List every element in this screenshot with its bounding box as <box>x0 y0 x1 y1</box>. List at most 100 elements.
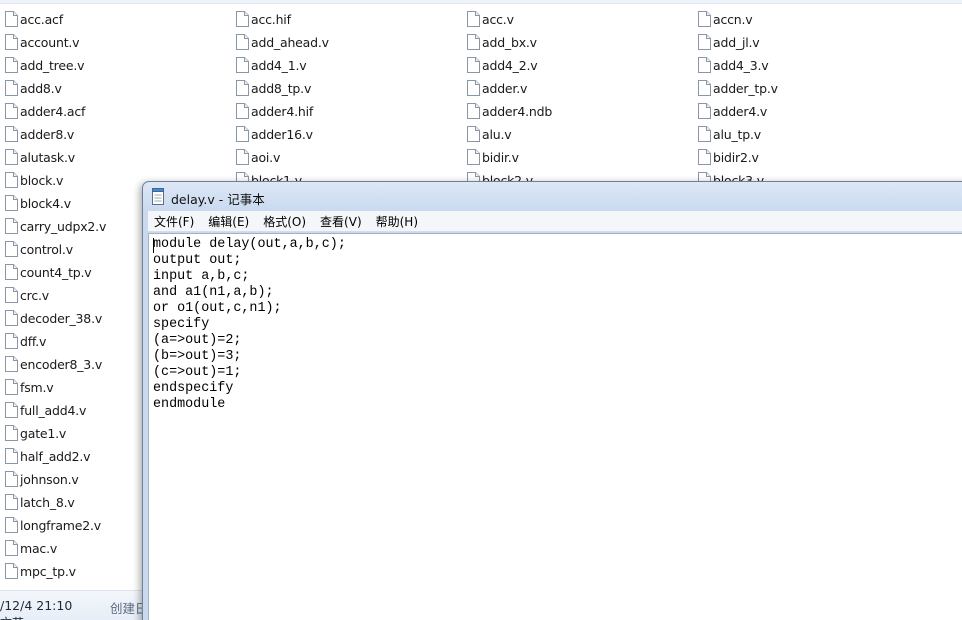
menu-format[interactable]: 格式(O) <box>263 213 306 230</box>
file-item[interactable]: adder4.hif <box>231 100 431 122</box>
file-item[interactable]: bidir2.v <box>693 146 893 168</box>
notepad-text-area[interactable]: module delay(out,a,b,c); output out; inp… <box>148 233 962 620</box>
file-icon <box>5 425 18 441</box>
file-item[interactable]: acc.v <box>462 8 662 30</box>
file-item[interactable]: aoi.v <box>231 146 431 168</box>
file-item[interactable]: alutask.v <box>0 146 200 168</box>
file-name: gate1.v <box>20 425 67 441</box>
file-name: control.v <box>20 241 73 257</box>
file-item[interactable]: add8_tp.v <box>231 77 431 99</box>
file-name: alutask.v <box>20 149 75 165</box>
file-name: johnson.v <box>20 471 79 487</box>
file-name: dff.v <box>20 333 47 349</box>
file-name: adder_tp.v <box>713 80 778 96</box>
file-icon <box>467 11 480 27</box>
file-item[interactable]: adder4.ndb <box>462 100 662 122</box>
file-icon <box>236 126 249 142</box>
file-name: add_ahead.v <box>251 34 329 50</box>
file-icon <box>236 103 249 119</box>
file-icon <box>5 126 18 142</box>
explorer-top-border <box>0 0 962 4</box>
notepad-window[interactable]: delay.v - 记事本 文件(F) 编辑(E) 格式(O) 查看(V) 帮助(H) … <box>142 181 962 620</box>
file-icon <box>698 11 711 27</box>
file-item[interactable]: adder4.v <box>693 100 893 122</box>
file-item[interactable]: add4_3.v <box>693 54 893 76</box>
file-name: bidir2.v <box>713 149 759 165</box>
file-icon <box>5 287 18 303</box>
file-icon <box>698 103 711 119</box>
file-item[interactable]: add_bx.v <box>462 31 662 53</box>
file-name: add8.v <box>20 80 62 96</box>
file-icon <box>236 34 249 50</box>
file-name: adder4.acf <box>20 103 86 119</box>
file-name: add_bx.v <box>482 34 537 50</box>
file-icon <box>5 218 18 234</box>
file-icon <box>5 34 18 50</box>
file-icon <box>5 310 18 326</box>
menu-view[interactable]: 查看(V) <box>320 213 362 230</box>
file-item[interactable]: adder16.v <box>231 123 431 145</box>
file-icon <box>698 34 711 50</box>
file-item[interactable]: add4_2.v <box>462 54 662 76</box>
file-name: block.v <box>20 172 64 188</box>
file-item[interactable]: bidir.v <box>462 146 662 168</box>
file-icon <box>698 149 711 165</box>
file-icon <box>467 34 480 50</box>
file-item[interactable]: alu.v <box>462 123 662 145</box>
file-name: longframe2.v <box>20 517 101 533</box>
notepad-menubar: 文件(F) 编辑(E) 格式(O) 查看(V) 帮助(H) <box>148 211 962 232</box>
file-item[interactable]: alu_tp.v <box>693 123 893 145</box>
notepad-content[interactable]: module delay(out,a,b,c); output out; inp… <box>153 237 346 413</box>
text-caret <box>153 238 154 253</box>
file-item[interactable]: add_jl.v <box>693 31 893 53</box>
file-name: acc.hif <box>251 11 291 27</box>
file-name: acc.v <box>482 11 514 27</box>
file-name: decoder_38.v <box>20 310 103 326</box>
file-name: adder16.v <box>251 126 313 142</box>
file-item[interactable]: add_tree.v <box>0 54 200 76</box>
file-icon <box>5 402 18 418</box>
file-item[interactable]: acc.hif <box>231 8 431 30</box>
file-icon <box>5 80 18 96</box>
notepad-icon <box>152 188 164 205</box>
file-icon <box>5 448 18 464</box>
file-item[interactable]: adder_tp.v <box>693 77 893 99</box>
file-item[interactable]: adder8.v <box>0 123 200 145</box>
file-item[interactable]: add8.v <box>0 77 200 99</box>
file-name: encoder8_3.v <box>20 356 103 372</box>
file-name: acc.acf <box>20 11 63 27</box>
file-icon <box>467 103 480 119</box>
file-name: add_tree.v <box>20 57 85 73</box>
file-icon <box>5 540 18 556</box>
file-item[interactable]: adder4.acf <box>0 100 200 122</box>
file-item[interactable]: accn.v <box>693 8 893 30</box>
file-name: add8_tp.v <box>251 80 312 96</box>
file-icon <box>236 80 249 96</box>
file-name: adder4.ndb <box>482 103 553 119</box>
file-icon <box>5 195 18 211</box>
file-name: crc.v <box>20 287 49 303</box>
file-name: adder4.hif <box>251 103 314 119</box>
file-name: adder8.v <box>20 126 75 142</box>
file-name: aoi.v <box>251 149 281 165</box>
file-item[interactable]: add4_1.v <box>231 54 431 76</box>
file-item[interactable]: add_ahead.v <box>231 31 431 53</box>
file-name: account.v <box>20 34 80 50</box>
file-item[interactable]: adder.v <box>462 77 662 99</box>
menu-file[interactable]: 文件(F) <box>154 213 194 230</box>
file-icon <box>467 126 480 142</box>
notepad-titlebar[interactable]: delay.v - 记事本 <box>143 182 962 210</box>
file-item[interactable]: account.v <box>0 31 200 53</box>
file-icon <box>467 80 480 96</box>
file-name: mpc_tp.v <box>20 563 76 579</box>
file-item[interactable]: acc.acf <box>0 8 200 30</box>
menu-help[interactable]: 帮助(H) <box>376 213 418 230</box>
file-icon <box>698 80 711 96</box>
file-icon <box>5 517 18 533</box>
file-icon <box>698 126 711 142</box>
file-icon <box>5 264 18 280</box>
file-name: latch_8.v <box>20 494 75 510</box>
file-name: full_add4.v <box>20 402 87 418</box>
menu-edit[interactable]: 编辑(E) <box>208 213 249 230</box>
file-icon <box>5 11 18 27</box>
